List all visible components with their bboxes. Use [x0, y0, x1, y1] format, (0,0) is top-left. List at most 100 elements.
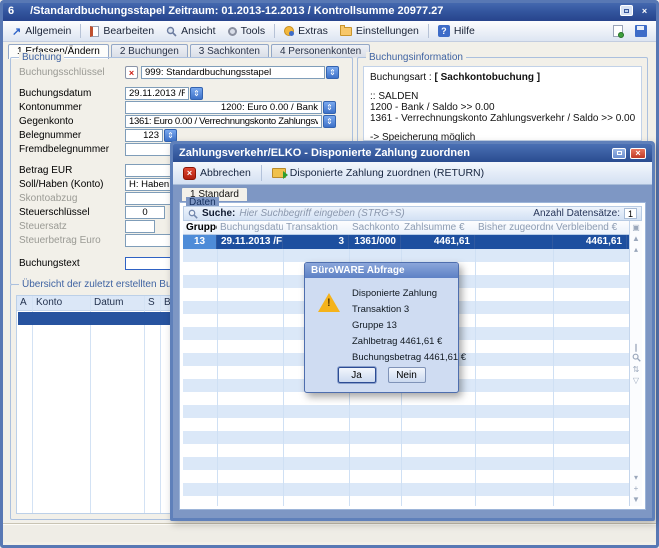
table-search-icon[interactable]: [632, 353, 641, 364]
help-icon: ?: [438, 25, 450, 37]
gegenkonto-dropdown-icon[interactable]: ⇕: [323, 115, 336, 128]
col-bisher-zugeordnet[interactable]: Bisher zugeordnet: [475, 221, 553, 234]
search-icon: [188, 209, 198, 219]
cancel-button[interactable]: × Abbrechen: [178, 165, 256, 182]
col-transaktion[interactable]: Transaktion: [283, 221, 349, 234]
saldo-line-1: 1200 - Bank / Saldo >> 0.00: [370, 102, 635, 113]
clear-key-icon[interactable]: ×: [125, 66, 138, 79]
dialog-toolbar: × Abbrechen Disponierte Zahlung zuordnen…: [173, 162, 652, 185]
filter-icon[interactable]: ▽: [633, 375, 639, 386]
belegnummer-field[interactable]: [125, 129, 163, 142]
messagebox-line-2: Transaktion 3: [352, 302, 466, 318]
assign-payment-button[interactable]: Disponierte Zahlung zuordnen (RETURN): [267, 165, 489, 181]
col-verbleibend[interactable]: Verbleibend €: [553, 221, 627, 234]
uebersicht-col-konto[interactable]: Konto: [33, 296, 90, 311]
warning-icon: !: [318, 293, 340, 312]
uebersicht-col-a[interactable]: A: [17, 296, 32, 311]
status-bar: [3, 523, 656, 542]
scroll-bottom-icon[interactable]: ▼: [632, 494, 640, 505]
buchungsinformation-group: Buchungsinformation Buchungsart : [ Sach…: [357, 57, 648, 147]
search-label: Suche:: [202, 208, 235, 219]
menu-bearbeiten[interactable]: Bearbeiten: [84, 23, 160, 39]
window-titlebar: 6 /Standardbuchungsstapel Zeitraum: 01.2…: [0, 0, 659, 21]
steuerbetrag-label: Steuerbetrag Euro: [19, 235, 125, 246]
dialog-titlebar: Zahlungsverkehr/ELKO - Disponierte Zahlu…: [173, 144, 652, 162]
save-button[interactable]: [629, 23, 653, 39]
messagebox-line-5: Buchungsbetrag 4461,61 €: [352, 350, 466, 366]
saldo-line-2: 1361 - Verrechnungskonto Zahlungsverkehr…: [370, 113, 635, 124]
no-button[interactable]: Nein: [388, 367, 426, 383]
uebersicht-col-s[interactable]: S: [145, 296, 160, 311]
main-window: 6 /Standardbuchungsstapel Zeitraum: 01.2…: [0, 0, 659, 548]
messagebox-text: Disponierte Zahlung Transaktion 3 Gruppe…: [352, 286, 466, 366]
buchung-group-label: Buchung: [19, 52, 64, 63]
buchungsschluessel-label: Buchungsschlüssel: [19, 67, 125, 78]
buchungsschluessel-dropdown-icon[interactable]: ⇕: [326, 66, 339, 79]
edit-page-icon: [90, 26, 99, 37]
window-title: /Standardbuchungsstapel Zeitraum: 01.201…: [30, 5, 443, 17]
tab-sachkonten[interactable]: 3 Sachkonten: [190, 44, 269, 58]
cancel-cross-icon: ×: [183, 167, 196, 180]
messagebox-line-4: Zahlbetrag 4461,61 €: [352, 334, 466, 350]
search-input[interactable]: [239, 208, 529, 219]
col-sachkonto[interactable]: Sachkonto: [349, 221, 401, 234]
messagebox-line-1: Disponierte Zahlung: [352, 286, 466, 302]
restore-icon[interactable]: [620, 5, 633, 16]
bueroware-abfrage-dialog: BüroWARE Abfrage ! Disponierte Zahlung T…: [304, 262, 459, 393]
tab-buchungen[interactable]: 2 Buchungen: [111, 44, 188, 58]
buchungstext-label: Buchungstext: [19, 258, 125, 269]
buchungsinformation-group-label: Buchungsinformation: [366, 52, 466, 63]
col-buchungsdatum[interactable]: Buchungsdatum: [217, 221, 283, 234]
table-side-toolbar: ▣ ▲ ▴ ∥ ⇅ ▽ ▾ + ▼: [629, 221, 642, 506]
columns-icon[interactable]: ∥: [634, 342, 638, 353]
buchungsdatum-dropdown-icon[interactable]: ⇕: [190, 87, 203, 100]
tab-personenkonten[interactable]: 4 Personenkonten: [271, 44, 370, 58]
betrag-eur-label: Betrag EUR: [19, 165, 125, 176]
yes-button[interactable]: Ja: [338, 367, 376, 383]
scroll-top-icon[interactable]: ▲: [632, 233, 640, 244]
menu-ansicht[interactable]: Ansicht: [160, 23, 221, 39]
menu-allgemein[interactable]: ↗ Allgemein: [6, 23, 77, 40]
buchungsschluessel-field[interactable]: [141, 66, 325, 79]
menu-hilfe[interactable]: ? Hilfe: [432, 23, 481, 39]
cell-sachkonto: 1361/000: [349, 235, 401, 249]
buchungsdatum-label: Buchungsdatum: [19, 88, 125, 99]
close-icon[interactable]: ×: [638, 5, 651, 16]
new-document-button[interactable]: [607, 23, 629, 39]
sort-icon[interactable]: ⇅: [633, 364, 640, 375]
col-gruppe[interactable]: Gruppe: [183, 221, 217, 234]
save-icon: [635, 25, 647, 37]
scroll-down-icon[interactable]: ▾: [634, 472, 638, 483]
uebersicht-col-datum[interactable]: Datum: [91, 296, 144, 311]
col-zahlsumme[interactable]: Zahlsumme €: [401, 221, 475, 234]
cell-buchungsdatum: 29.11.2013 /Fr: [217, 235, 283, 249]
arrow-ne-icon: ↗: [12, 25, 21, 38]
cell-zahlsumme: 4461,61: [401, 235, 475, 249]
soll-haben-label: Soll/Haben (Konto): [19, 179, 125, 190]
menu-einstellungen[interactable]: Einstellungen: [334, 23, 425, 39]
steuerschluessel-label: Steuerschlüssel: [19, 207, 125, 218]
scroll-up-icon[interactable]: ▴: [634, 244, 638, 255]
menu-tools[interactable]: Tools: [222, 23, 272, 39]
page-down-icon[interactable]: +: [634, 483, 639, 494]
grid-options-icon[interactable]: ▣: [632, 222, 640, 233]
table-row[interactable]: 13 29.11.2013 /Fr 3 1361/000 4461,61 446…: [183, 235, 629, 249]
steuersatz-label: Steuersatz: [19, 221, 125, 232]
kontonummer-field[interactable]: [125, 101, 322, 114]
buchungsdatum-field[interactable]: [125, 87, 189, 100]
buchungsart-value: [ Sachkontobuchung ]: [434, 72, 540, 83]
buchungsinformation-panel: Buchungsart : [ Sachkontobuchung ] :: SA…: [363, 66, 642, 141]
skontoabzug-label: Skontoabzug: [19, 193, 125, 204]
record-count-value: 1: [624, 208, 637, 219]
gegenkonto-field[interactable]: [125, 115, 322, 128]
assign-folder-icon: [272, 168, 286, 178]
salden-header: :: SALDEN: [370, 91, 635, 102]
buchungsart-label: Buchungsart :: [370, 72, 434, 83]
steuerschluessel-field[interactable]: [125, 206, 165, 219]
menu-extras[interactable]: Extras: [278, 23, 334, 39]
cell-bisher-zugeordnet: [475, 235, 553, 249]
kontonummer-dropdown-icon[interactable]: ⇕: [323, 101, 336, 114]
gegenkonto-label: Gegenkonto: [19, 116, 125, 127]
dialog-minimize-icon[interactable]: [612, 148, 626, 159]
dialog-close-icon[interactable]: ×: [630, 148, 646, 159]
